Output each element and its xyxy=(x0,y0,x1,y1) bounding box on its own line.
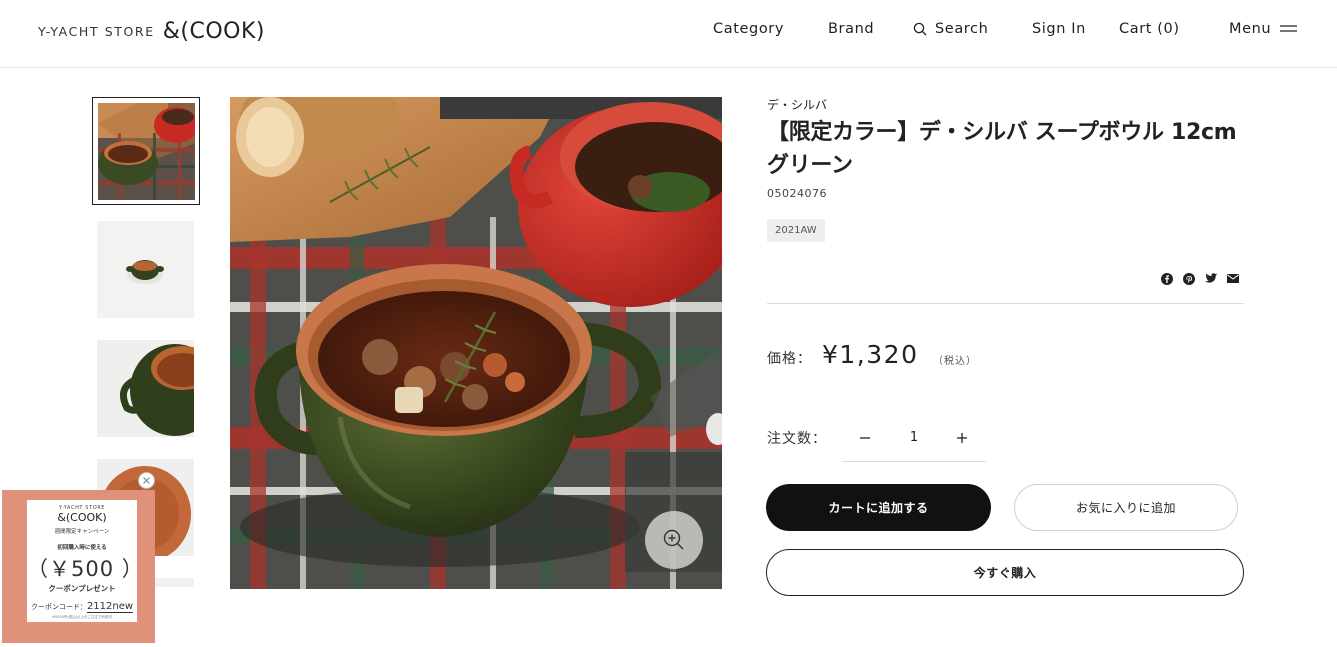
search-icon xyxy=(913,22,927,36)
quantity-value[interactable]: 1 xyxy=(902,430,926,445)
coupon-logo: &(COOK) xyxy=(57,511,107,524)
logo-store-name: Y-YACHT STORE xyxy=(38,24,155,39)
logo-brand-mark: &(COOK) xyxy=(162,19,265,44)
coupon-code: 2112new xyxy=(86,601,134,613)
nav-sign-in[interactable]: Sign In xyxy=(1032,21,1086,37)
product-title: 【限定カラー】デ・シルバ スープボウル 12cm グリーン xyxy=(767,116,1247,182)
minus-icon xyxy=(860,437,870,439)
nav-cart[interactable]: Cart (0) xyxy=(1119,21,1180,37)
thumbnail-image xyxy=(97,221,194,318)
twitter-icon[interactable] xyxy=(1204,272,1217,285)
price-tax-note: （税込） xyxy=(933,356,977,367)
facebook-icon[interactable] xyxy=(1160,272,1173,285)
coupon-first-purchase: 初回購入時に使える xyxy=(57,545,107,551)
product-brand[interactable]: デ・シルバ xyxy=(767,96,827,113)
thumbnail-2[interactable] xyxy=(92,216,200,324)
quantity-stepper: 1 xyxy=(842,416,986,462)
add-to-favorites-button[interactable]: お気に入りに追加 xyxy=(1014,484,1238,531)
nav-category[interactable]: Category xyxy=(713,21,784,37)
product-code: 05024076 xyxy=(767,187,827,200)
coupon-amount: （￥500 ） xyxy=(27,557,144,581)
site-logo[interactable]: Y-YACHT STORE &(COOK) xyxy=(38,19,265,44)
info-divider xyxy=(767,303,1244,304)
main-product-image[interactable] xyxy=(230,97,722,589)
thumbnail-1[interactable] xyxy=(92,97,200,205)
season-tag[interactable]: 2021AW xyxy=(767,219,825,242)
coupon-campaign: 週間限定キャンペーン xyxy=(54,529,110,535)
nav-search[interactable]: Search xyxy=(913,21,988,37)
coupon-code-label: クーポンコード： xyxy=(30,603,87,611)
plus-icon xyxy=(957,433,967,443)
zoom-in-icon xyxy=(663,529,684,550)
coupon-card: Y-YACHT STORE &(COOK) 週間限定キャンペーン 初回購入時に使… xyxy=(27,500,144,622)
nav-search-label: Search xyxy=(935,21,989,37)
price-label: 価格： xyxy=(767,351,812,367)
thumbnail-image xyxy=(97,340,194,437)
site-header: Y-YACHT STORE &(COOK) Category Brand Sea… xyxy=(0,0,1337,68)
coupon-code-line: クーポンコード：2112new xyxy=(27,601,137,613)
close-icon xyxy=(143,477,150,484)
mail-icon[interactable] xyxy=(1226,272,1239,285)
quantity-decrease-button[interactable] xyxy=(854,427,876,449)
zoom-button[interactable] xyxy=(645,511,703,569)
coupon-banner[interactable]: Y-YACHT STORE &(COOK) 週間限定キャンペーン 初回購入時に使… xyxy=(2,490,155,643)
thumbnail-3[interactable] xyxy=(92,335,200,443)
add-to-cart-button[interactable]: カートに追加する xyxy=(766,484,991,531)
product-title-line1: 【限定カラー】デ・シルバ スープボウル 12cm xyxy=(767,120,1237,145)
nav-menu-label: Menu xyxy=(1229,21,1272,37)
coupon-close-button[interactable] xyxy=(138,472,155,489)
product-title-line2: グリーン xyxy=(767,153,853,178)
pinterest-icon[interactable] xyxy=(1182,272,1195,285)
share-icons xyxy=(1160,272,1239,285)
nav-menu[interactable]: Menu xyxy=(1229,21,1298,37)
hamburger-icon xyxy=(1280,25,1298,32)
coupon-present: クーポンプレゼント xyxy=(48,584,116,593)
price-value: ¥1,320 xyxy=(822,340,919,369)
buy-now-button[interactable]: 今すぐ購入 xyxy=(766,549,1244,596)
coupon-note: ※5000円(税込)以上のご注文で利用可 xyxy=(51,615,113,619)
quantity-label: 注文数： xyxy=(767,431,827,447)
nav-brand[interactable]: Brand xyxy=(828,21,874,37)
quantity-increase-button[interactable] xyxy=(951,427,973,449)
thumbnail-image xyxy=(98,103,195,200)
